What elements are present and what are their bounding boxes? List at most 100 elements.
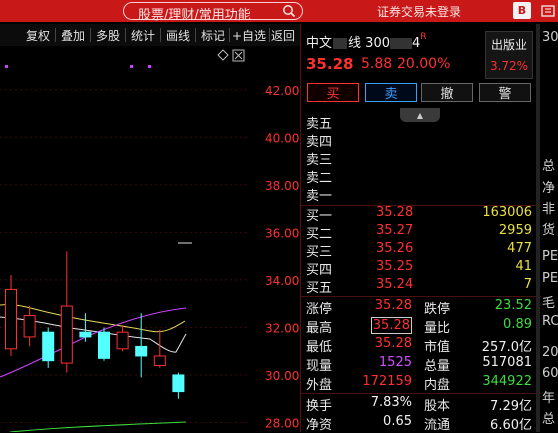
candle-body <box>60 305 73 364</box>
candle-body <box>116 331 129 350</box>
buy-price: 35.26 <box>376 241 414 256</box>
price-alert-button[interactable]: 警 <box>479 83 531 102</box>
industry-tag[interactable]: 出版业 3.72% <box>485 31 533 79</box>
toolbar-multi-stock-button[interactable]: 多股 <box>96 27 120 44</box>
toolbar-divider <box>229 28 230 42</box>
chart-toolbar: 复权 叠加 多股 统计 画线 标记 +自选 返回 <box>0 24 300 46</box>
buy-level-label: 买五 <box>306 281 333 296</box>
edge-text: 30 <box>542 30 558 45</box>
panel-scrollbar[interactable] <box>536 24 540 432</box>
sell-row: 卖三 <box>306 149 536 168</box>
stat-label: 内盘 <box>424 378 451 393</box>
menu-icon[interactable] <box>539 2 557 19</box>
y-tick-label: 34.00 <box>265 274 299 288</box>
edge-text: 总 <box>542 159 556 174</box>
toolbar-divider <box>269 28 270 42</box>
stat-share-capital: 股本 7.29亿 <box>424 395 532 414</box>
redacted-block <box>390 38 412 49</box>
chart-settings-icon[interactable] <box>217 49 229 61</box>
stat-label: 现量 <box>306 359 333 374</box>
toolbar-divider <box>55 28 56 42</box>
marker-dot <box>148 65 151 68</box>
buy-row[interactable]: 买三 35.26 477 <box>306 241 536 260</box>
stat-value: 35.28 <box>370 317 412 334</box>
stock-name: 中文 <box>306 36 333 51</box>
buy-price: 35.24 <box>376 277 414 292</box>
stat-volume-ratio: 量比 0.89 <box>424 317 532 336</box>
toolbar-back-button[interactable]: 返回 <box>271 27 295 44</box>
chart-close-icon[interactable] <box>232 49 245 62</box>
candle-body <box>135 345 148 357</box>
candle-body <box>98 331 110 359</box>
panel-divider <box>300 24 301 432</box>
sell-row: 卖二 <box>306 167 536 186</box>
stat-value: 7.83% <box>370 395 412 410</box>
price-change-pct: 20.00% <box>397 56 451 72</box>
edge-text: 货 <box>542 223 556 238</box>
stat-high: 最高 35.28 <box>306 317 412 336</box>
buy-level-label: 买一 <box>306 209 333 224</box>
industry-change: 3.72% <box>489 59 529 73</box>
toolbar-stats-button[interactable]: 统计 <box>131 27 155 44</box>
stats-divider <box>301 296 541 297</box>
buy-level-label: 买四 <box>306 263 333 278</box>
edge-text: 净 <box>542 181 556 196</box>
search-input[interactable]: 股票/理财/常用功能 <box>123 2 303 23</box>
toolbar-add-watchlist-button[interactable]: +自选 <box>232 27 266 44</box>
buy-volume: 7 <box>523 277 532 292</box>
stat-outer-volume: 外盘 172159 <box>306 374 412 393</box>
login-status-link[interactable]: 证券交易未登录 <box>377 3 461 20</box>
buy-row[interactable]: 买二 35.27 2959 <box>306 223 536 242</box>
stat-value: 172159 <box>362 374 412 389</box>
stat-label: 总量 <box>424 359 451 374</box>
buy-row[interactable]: 买一 35.28 163006 <box>306 205 536 224</box>
cancel-order-button[interactable]: 撤 <box>421 83 473 102</box>
buy-volume: 163006 <box>482 205 532 220</box>
stat-float-shares: 流通 6.60亿 <box>424 414 532 433</box>
badge-icon[interactable]: B <box>513 2 531 19</box>
candle-body <box>42 331 55 362</box>
sell-level-label: 卖二 <box>306 171 333 186</box>
candle-body <box>23 315 36 338</box>
stat-label: 涨停 <box>306 302 333 317</box>
buy-row[interactable]: 买四 35.25 41 <box>306 259 536 278</box>
stock-name-tail: 线 <box>348 36 362 51</box>
sell-level-label: 卖四 <box>306 135 333 150</box>
stat-market-cap: 市值 257.0亿 <box>424 336 532 355</box>
sell-level-label: 卖一 <box>306 189 333 204</box>
toolbar-divider <box>125 28 126 42</box>
buy-level-label: 买三 <box>306 245 333 260</box>
industry-name: 出版业 <box>490 38 527 52</box>
stat-inner-volume: 内盘 344922 <box>424 374 532 393</box>
stat-value: 0.65 <box>383 414 412 429</box>
buy-price: 35.25 <box>376 259 414 274</box>
buy-button[interactable]: 买 <box>307 83 359 102</box>
sell-row: 卖四 <box>306 131 536 150</box>
sell-button[interactable]: 卖 <box>365 83 417 102</box>
stock-title: 中文线 300 4R <box>306 32 427 51</box>
candlestick-chart[interactable]: 42.00 40.00 38.00 36.00 34.00 32.00 30.00 28.00 <box>0 47 300 432</box>
price-change: 5.88 <box>361 56 393 72</box>
stats-divider <box>301 393 541 394</box>
toolbar-mark-button[interactable]: 标记 <box>201 27 225 44</box>
stat-low: 最低 35.28 <box>306 336 412 355</box>
stat-value: 35.28 <box>374 298 412 313</box>
toolbar-fuquan-button[interactable]: 复权 <box>26 27 50 44</box>
buy-row[interactable]: 买五 35.24 7 <box>306 277 536 296</box>
buy-volume: 2959 <box>498 223 532 238</box>
stat-label: 跌停 <box>424 302 451 317</box>
edge-text: 年 <box>542 391 556 406</box>
stat-label: 市值 <box>424 340 451 355</box>
edge-text: 总 <box>542 412 556 427</box>
buy-volume: 41 <box>515 259 532 274</box>
stat-turnover: 换手 7.83% <box>306 395 412 414</box>
candle-body <box>5 288 17 350</box>
sell-level-label: 卖三 <box>306 153 333 168</box>
edge-text: PE <box>542 271 558 286</box>
toolbar-overlay-button[interactable]: 叠加 <box>61 27 85 44</box>
search-icon[interactable] <box>282 4 296 18</box>
y-tick-label: 38.00 <box>265 179 299 193</box>
edge-text: PE <box>542 249 558 264</box>
y-tick-label: 32.00 <box>265 321 299 335</box>
toolbar-draw-line-button[interactable]: 画线 <box>166 27 190 44</box>
